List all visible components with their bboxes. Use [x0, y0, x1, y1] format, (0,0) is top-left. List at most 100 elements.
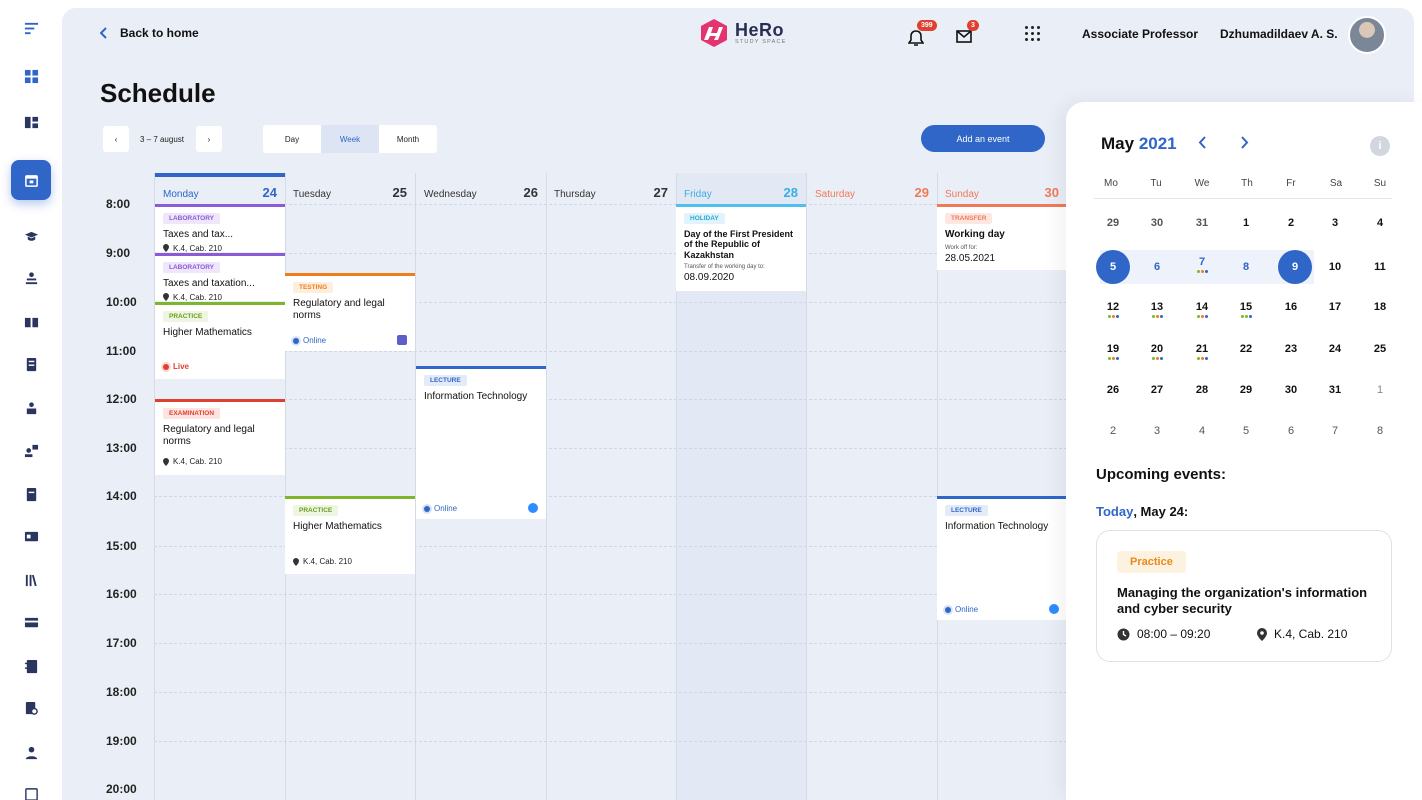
upcoming-event-card[interactable]: Practice Managing the organization's inf… [1096, 530, 1392, 662]
teams-icon[interactable] [397, 335, 407, 345]
day-header-tuesday[interactable]: Tuesday 25 [285, 173, 415, 205]
day-header-wednesday[interactable]: Wednesday 26 [416, 173, 546, 205]
view-month-button[interactable]: Month [379, 125, 437, 153]
prev-month-button[interactable] [1198, 136, 1207, 153]
calendar-day[interactable]: 28 [1182, 373, 1222, 407]
calendar-day[interactable]: 1 [1360, 373, 1400, 407]
calendar-day[interactable]: 7 [1315, 414, 1355, 448]
calendar-day[interactable]: 31 [1182, 206, 1222, 240]
event-card[interactable]: Examination Regulatory and legal norms K… [155, 399, 285, 475]
schedule-nav-button[interactable] [11, 160, 51, 200]
prev-week-button[interactable]: ‹ [103, 126, 129, 152]
calendar-day[interactable]: 31 [1315, 373, 1355, 407]
calendar-day[interactable]: 17 [1315, 290, 1355, 324]
event-card[interactable]: Laboratory Taxes and tax... K.4, Cab. 21… [155, 204, 285, 252]
calendar-day[interactable]: 6 [1271, 414, 1311, 448]
zoom-icon[interactable] [528, 503, 538, 513]
day-header-monday[interactable]: Monday 24 [155, 173, 285, 205]
calendar-day[interactable]: 10 [1315, 250, 1355, 284]
day-header-sunday[interactable]: Sunday 30 [937, 173, 1067, 205]
view-day-button[interactable]: Day [263, 125, 321, 153]
add-event-button[interactable]: Add an event [921, 125, 1045, 152]
search-document-icon[interactable] [19, 696, 43, 720]
book-open-icon[interactable] [19, 310, 43, 334]
event-card[interactable]: Transfer Working day Work off for: 28.05… [937, 204, 1067, 270]
calendar-day[interactable]: 23 [1271, 332, 1311, 366]
event-card[interactable]: Holiday Day of the First President of th… [676, 204, 806, 291]
calendar-day[interactable]: 30 [1137, 206, 1177, 240]
notifications-button[interactable]: 399 [907, 20, 937, 46]
calendar-day[interactable]: 4 [1360, 206, 1400, 240]
group-icon[interactable] [19, 396, 43, 420]
teacher-icon[interactable] [19, 266, 43, 290]
event-card[interactable]: Practice Higher Mathematics Live [155, 302, 285, 379]
hour-line [154, 643, 1067, 644]
chat-user-icon[interactable] [19, 438, 43, 462]
calendar-day[interactable]: 29 [1226, 373, 1266, 407]
layout-icon[interactable] [19, 110, 43, 134]
calendar-day[interactable]: 18 [1360, 290, 1400, 324]
calendar-day-with-events[interactable]: 13 [1137, 292, 1177, 326]
user-name[interactable]: Dzhumadildaev A. S. [1220, 27, 1338, 41]
notebook-icon[interactable] [19, 654, 43, 678]
calendar-day-with-events[interactable]: 15 [1226, 292, 1266, 326]
user-icon[interactable] [19, 740, 43, 764]
calendar-day[interactable]: 6 [1137, 250, 1177, 284]
calendar-panel: May 2021 i Mo Tu We Th Fr Sa Su 29 30 31… [1066, 102, 1422, 800]
calendar-day[interactable]: 29 [1093, 206, 1133, 240]
id-card-icon[interactable] [19, 524, 43, 548]
logo[interactable]: HeRo STUDY SPACE [699, 18, 787, 48]
messages-button[interactable]: 3 [956, 20, 979, 46]
calendar-day[interactable]: 8 [1226, 250, 1266, 284]
calendar-day-with-events[interactable]: 19 [1093, 334, 1133, 368]
calendar-day[interactable]: 4 [1182, 414, 1222, 448]
calendar-day-selected-end[interactable]: 9 [1278, 250, 1312, 284]
event-card[interactable]: Lecture Information Technology Online [937, 496, 1067, 620]
calendar-day[interactable]: 11 [1360, 250, 1400, 284]
mini-calendar-title: May 2021 [1101, 134, 1177, 153]
calendar-day[interactable]: 1 [1226, 206, 1266, 240]
day-header-thursday[interactable]: Thursday 27 [546, 173, 676, 205]
next-month-button[interactable] [1240, 136, 1249, 153]
menu-icon[interactable] [19, 16, 43, 40]
more-icon[interactable] [19, 782, 43, 800]
calendar-day[interactable]: 26 [1093, 373, 1133, 407]
day-header-friday[interactable]: Friday 28 [676, 173, 806, 205]
calendar-day[interactable]: 3 [1315, 206, 1355, 240]
event-card[interactable]: Lecture Information Technology Online [416, 366, 546, 519]
event-card[interactable]: Practice Higher Mathematics K.4, Cab. 21… [285, 496, 415, 574]
calendar-day-with-events[interactable]: 14 [1182, 292, 1222, 326]
calendar-day-with-events[interactable]: 20 [1137, 334, 1177, 368]
calendar-day[interactable]: 3 [1137, 414, 1177, 448]
calendar-day[interactable]: 30 [1271, 373, 1311, 407]
calendar-day[interactable]: 8 [1360, 414, 1400, 448]
calendar-day[interactable]: 24 [1315, 332, 1355, 366]
calendar-day[interactable]: 22 [1226, 332, 1266, 366]
calendar-day[interactable]: 27 [1137, 373, 1177, 407]
calendar-day-with-events[interactable]: 21 [1182, 334, 1222, 368]
back-to-home-link[interactable]: Back to home [100, 26, 199, 40]
calendar-day-with-events[interactable]: 7 [1182, 247, 1222, 281]
calendar-day-with-events[interactable]: 12 [1093, 292, 1133, 326]
zoom-icon[interactable] [1049, 604, 1059, 614]
credit-card-icon[interactable] [19, 610, 43, 634]
calendar-day-selected-start[interactable]: 5 [1096, 250, 1130, 284]
calendar-day[interactable]: 5 [1226, 414, 1266, 448]
journal-icon[interactable] [19, 352, 43, 376]
calendar-day[interactable]: 25 [1360, 332, 1400, 366]
calendar-day[interactable]: 2 [1271, 206, 1311, 240]
graduation-cap-icon[interactable] [19, 224, 43, 248]
next-week-button[interactable]: › [196, 126, 222, 152]
day-header-saturday[interactable]: Saturday 29 [807, 173, 937, 205]
edit-document-icon[interactable] [19, 482, 43, 506]
view-week-button[interactable]: Week [321, 125, 379, 153]
library-icon[interactable] [19, 568, 43, 592]
calendar-day[interactable]: 2 [1093, 414, 1133, 448]
info-icon[interactable]: i [1370, 136, 1390, 156]
avatar[interactable] [1348, 16, 1386, 54]
event-card[interactable]: Testing Regulatory and legal norms Onlin… [285, 273, 415, 351]
event-card[interactable]: Laboratory Taxes and taxation... K.4, Ca… [155, 253, 285, 301]
calendar-day[interactable]: 16 [1271, 290, 1311, 324]
dashboard-icon[interactable] [19, 64, 43, 88]
apps-grid-icon[interactable] [1025, 26, 1041, 42]
